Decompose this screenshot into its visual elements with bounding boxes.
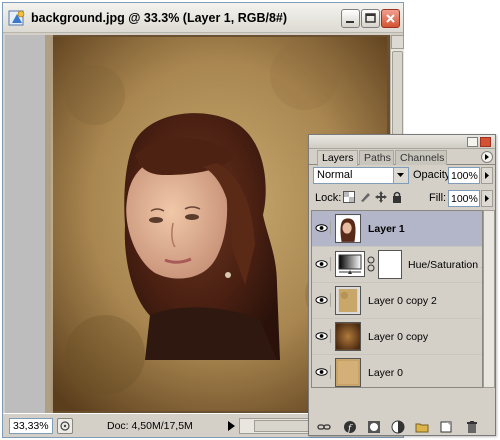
layer-list: Layer 1 Hue/Saturation 1 Layer 0 copy 2 — [311, 210, 483, 388]
navigator-button[interactable] — [57, 418, 73, 434]
layers-panel-footer: f — [309, 419, 495, 435]
blend-mode-select[interactable]: Normal — [313, 167, 409, 184]
minimize-button[interactable] — [341, 9, 360, 28]
layer-thumbnail — [335, 358, 361, 387]
status-menu-arrow-icon[interactable] — [225, 419, 237, 433]
layer-name: Layer 0 copy 2 — [368, 295, 437, 307]
close-icon — [386, 14, 395, 23]
fill-input[interactable]: 100% — [448, 190, 480, 207]
new-layer-icon[interactable] — [439, 420, 453, 434]
fill-slider-button[interactable] — [481, 190, 493, 207]
eye-icon[interactable] — [315, 221, 331, 235]
layer-row-layer-0[interactable]: Layer 0 — [312, 355, 482, 387]
maximize-icon — [365, 13, 376, 23]
add-mask-icon[interactable] — [367, 420, 381, 434]
layer-row-layer-1[interactable]: Layer 1 — [312, 211, 482, 247]
layer-name: Layer 0 — [368, 367, 404, 379]
close-button[interactable] — [381, 9, 400, 28]
document-info: Doc: 4,50M/17,5M — [107, 420, 193, 432]
layer-thumbnail — [335, 286, 361, 315]
lock-all-icon[interactable] — [391, 191, 403, 203]
layer-name: Layer 0 copy — [368, 331, 429, 343]
document-titlebar[interactable]: background.jpg @ 33.3% (Layer 1, RGB/8#) — [3, 3, 403, 33]
zoom-level-field[interactable]: 33,33% — [9, 418, 53, 434]
adjustment-layer-icon[interactable] — [391, 420, 405, 434]
layer-row-hue-saturation-1[interactable]: Hue/Saturation 1 — [312, 247, 483, 283]
layer-name: Layer 1 — [368, 223, 405, 235]
panel-titlebar[interactable] — [309, 135, 495, 149]
lock-label: Lock: — [315, 192, 342, 204]
new-group-icon[interactable] — [415, 420, 429, 434]
layer-name: Hue/Saturation 1 — [408, 259, 483, 271]
eye-icon[interactable] — [315, 365, 331, 379]
eye-icon[interactable] — [315, 329, 331, 343]
layer-row-layer-0-copy[interactable]: Layer 0 copy — [312, 319, 482, 355]
lock-image-pixels-icon[interactable] — [359, 191, 371, 203]
layer-row-layer-0-copy-2[interactable]: Layer 0 copy 2 — [312, 283, 482, 319]
layer-list-scrollbar[interactable] — [483, 210, 495, 388]
eye-icon[interactable] — [315, 293, 331, 307]
lock-position-icon[interactable] — [375, 191, 387, 203]
panel-minimize-button[interactable] — [467, 137, 478, 147]
opacity-slider-button[interactable] — [481, 167, 493, 184]
panel-menu-button[interactable] — [481, 151, 493, 163]
panel-tabs: Layers Paths Channels — [309, 150, 495, 166]
blend-mode-value: Normal — [317, 169, 353, 181]
layers-panel: Layers Paths Channels Normal Opacity: 10… — [308, 134, 496, 436]
eye-icon[interactable] — [315, 257, 331, 271]
layer-mask-thumbnail — [378, 250, 402, 279]
photoshop-document-icon — [8, 10, 25, 26]
link-icon[interactable] — [317, 420, 331, 434]
chevron-down-icon — [397, 173, 404, 177]
panel-close-button[interactable] — [480, 137, 491, 147]
chevron-right-icon — [485, 195, 489, 202]
scroll-up-arrow[interactable] — [391, 35, 404, 49]
chevron-right-icon — [485, 172, 489, 179]
opacity-input[interactable]: 100% — [448, 167, 480, 184]
link-chain-icon[interactable] — [367, 256, 375, 272]
adjustment-layer-icon — [335, 251, 365, 277]
lock-transparent-pixels-icon[interactable] — [343, 191, 355, 203]
trash-icon[interactable] — [465, 420, 479, 434]
navigator-icon — [60, 421, 70, 431]
minimize-icon — [346, 21, 354, 23]
tab-layers[interactable]: Layers — [317, 150, 358, 166]
blend-mode-dropdown-button[interactable] — [393, 168, 408, 183]
layer-style-icon[interactable]: f — [343, 420, 357, 434]
document-title: background.jpg @ 33.3% (Layer 1, RGB/8#) — [31, 11, 288, 25]
layer-thumbnail — [335, 214, 361, 243]
layer-thumbnail — [335, 322, 361, 351]
fill-label: Fill: — [429, 192, 447, 204]
tab-paths[interactable]: Paths — [359, 150, 394, 165]
maximize-button[interactable] — [361, 9, 380, 28]
tab-channels[interactable]: Channels — [395, 150, 447, 165]
panel-menu-arrow-icon — [485, 154, 489, 160]
